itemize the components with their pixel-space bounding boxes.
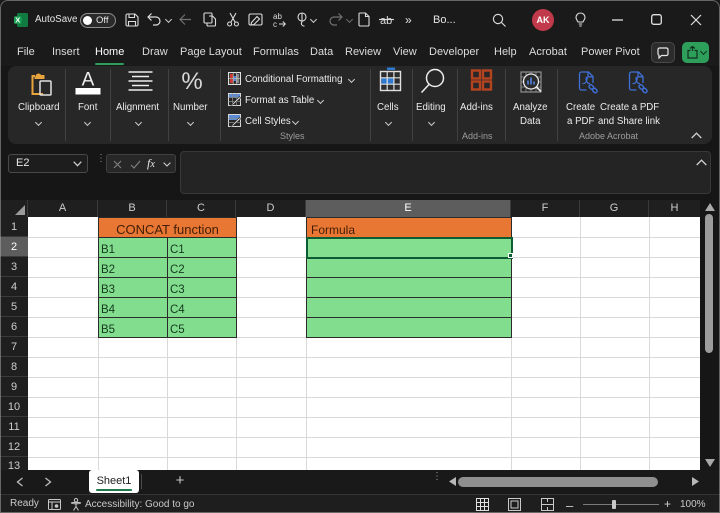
svg-text:c: c xyxy=(273,20,277,27)
svg-text:X: X xyxy=(15,16,20,25)
svg-text:ab: ab xyxy=(380,15,392,27)
svg-text:%: % xyxy=(181,68,202,94)
svg-text:A: A xyxy=(82,70,95,91)
